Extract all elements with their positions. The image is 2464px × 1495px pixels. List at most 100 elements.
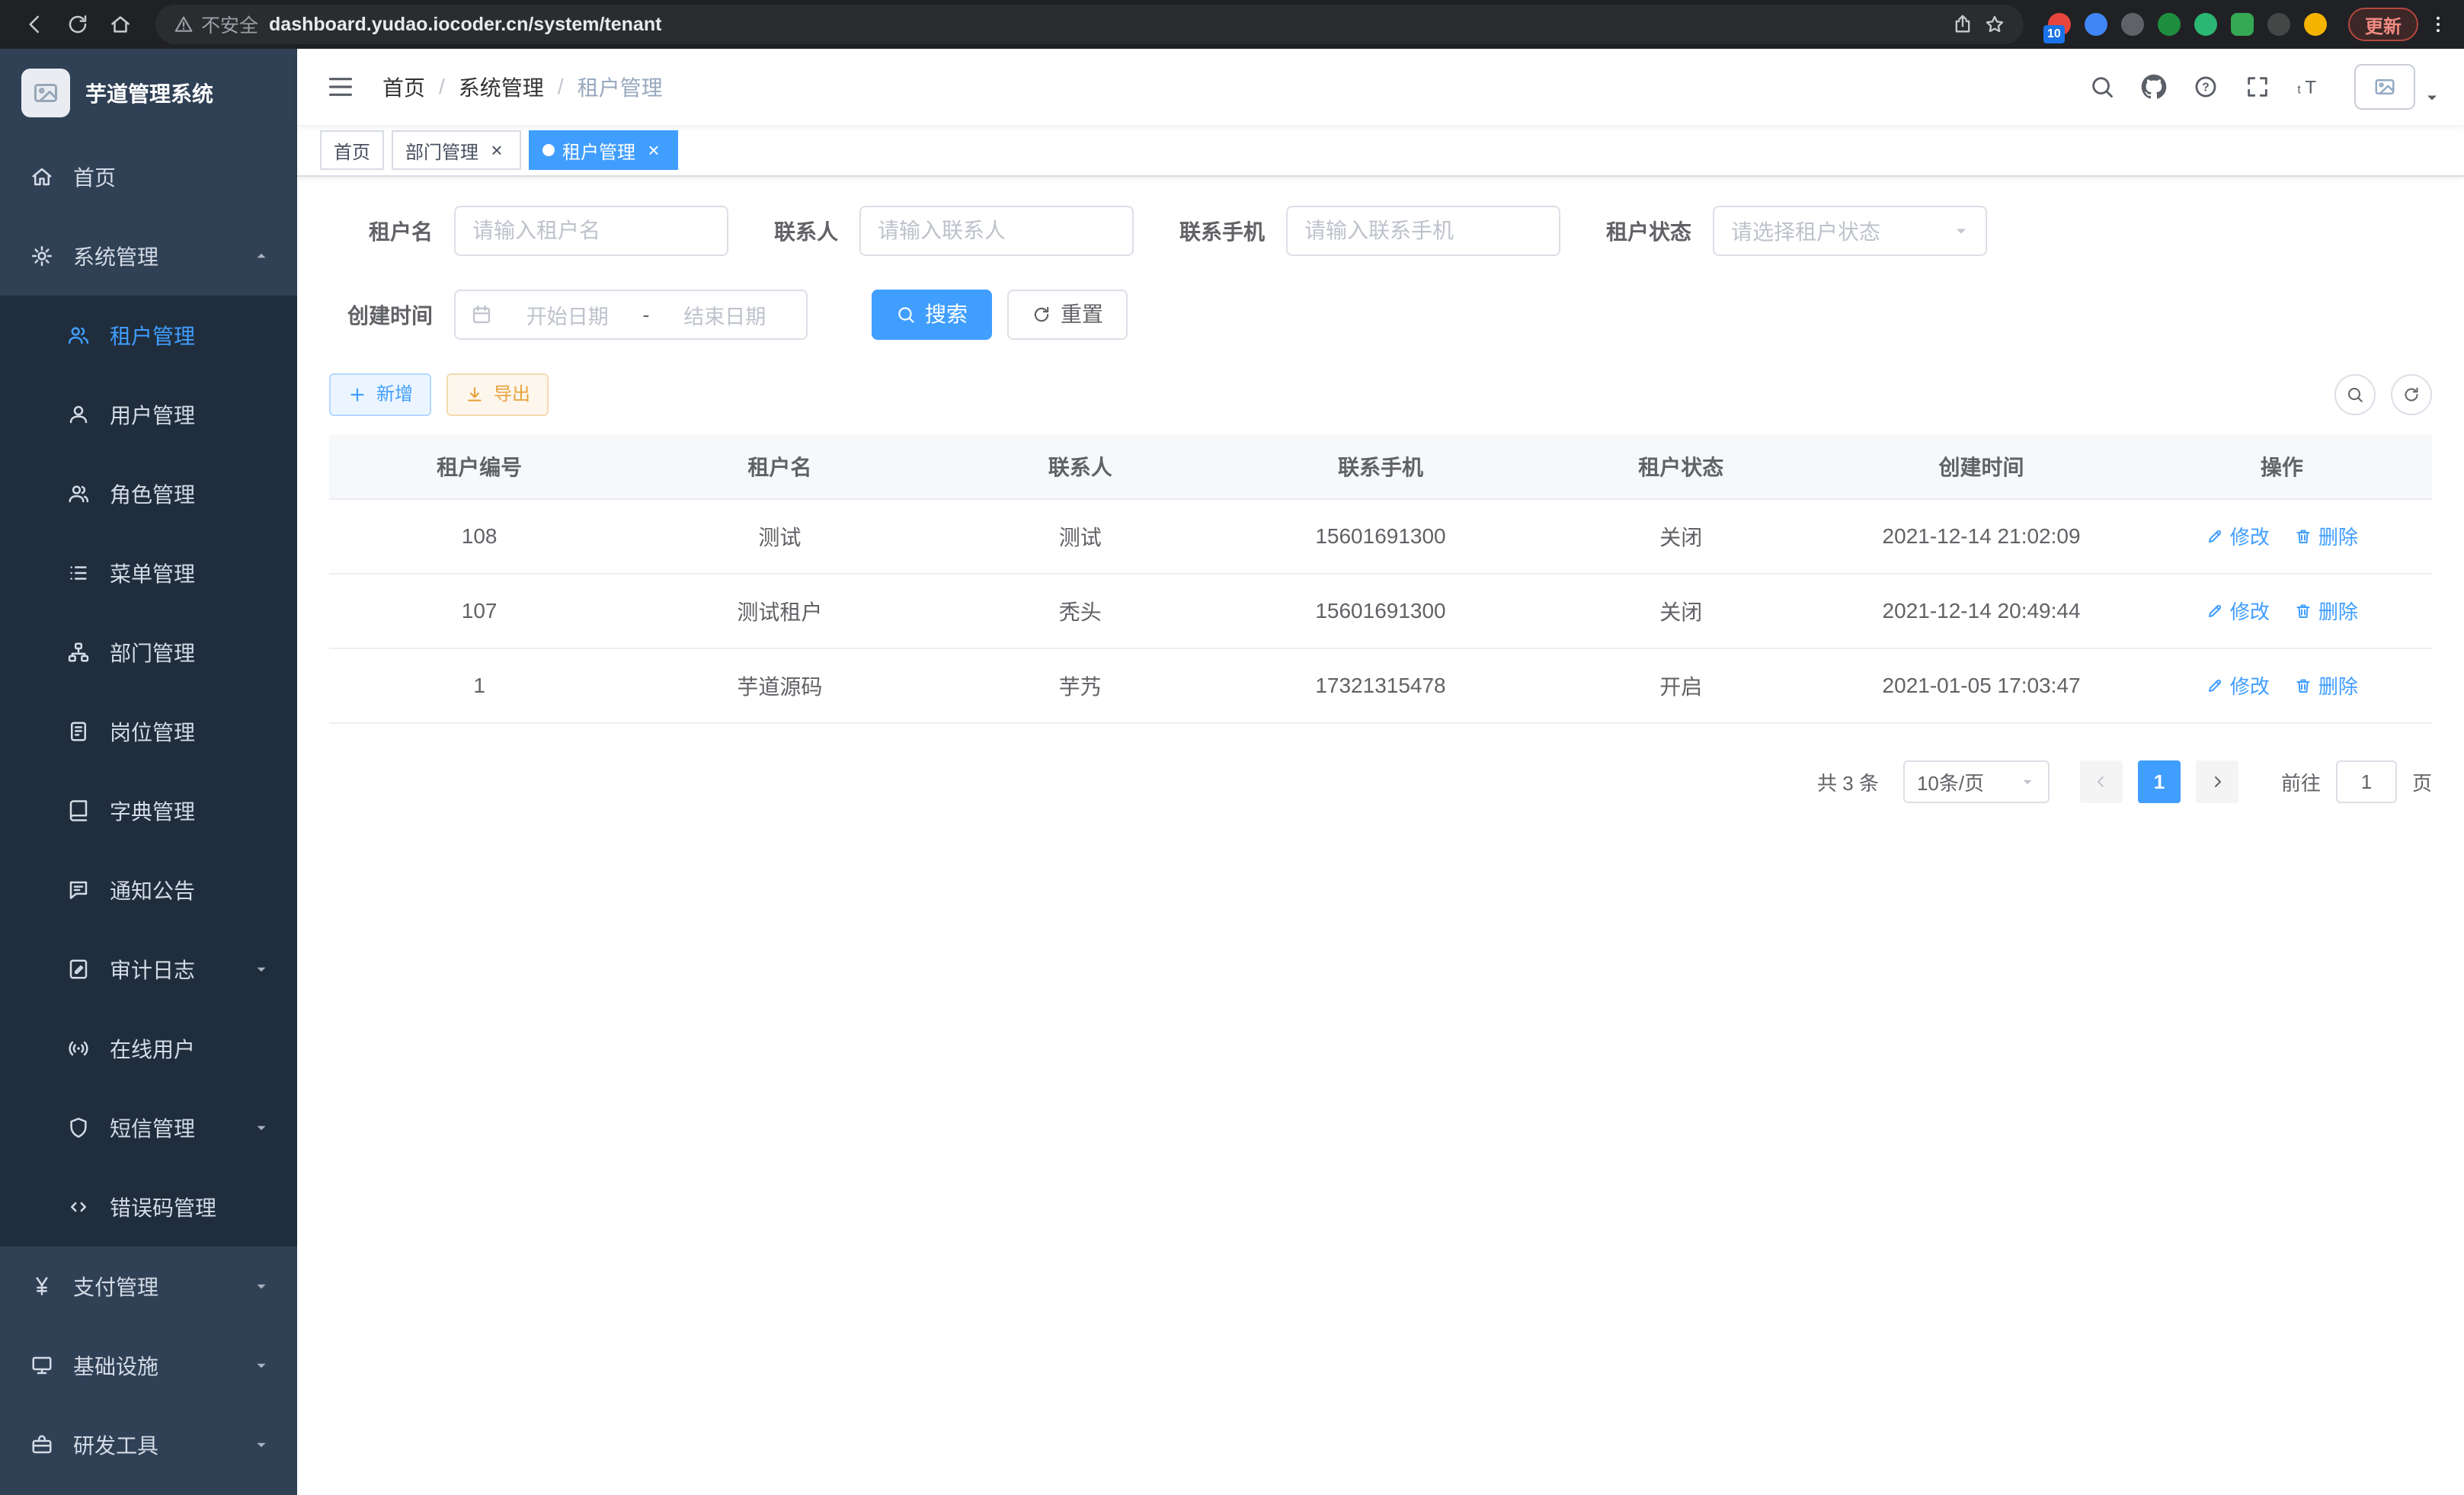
cell-status: 关闭 — [1531, 499, 1831, 574]
tab-tenant[interactable]: 租户管理× — [529, 130, 678, 170]
goto-page-input[interactable] — [2336, 760, 2397, 803]
cell-created: 2021-01-05 17:03:47 — [1831, 648, 2131, 723]
browser-menu-icon[interactable] — [2427, 14, 2449, 35]
column-header: 联系人 — [930, 434, 1230, 499]
export-button[interactable]: 导出 — [446, 373, 549, 416]
tenant-name-input[interactable] — [454, 206, 728, 256]
download-icon — [465, 385, 485, 405]
column-header: 租户编号 — [329, 434, 629, 499]
page-1-button[interactable]: 1 — [2138, 760, 2181, 803]
add-button[interactable]: 新增 — [329, 373, 431, 416]
sidebar-item-dict[interactable]: 字典管理 — [0, 771, 297, 850]
share-icon[interactable] — [1952, 14, 1973, 35]
sidebar-item-error-code[interactable]: 错误码管理 — [0, 1167, 297, 1247]
filter-status: 租户状态 请选择租户状态 — [1606, 206, 1987, 256]
fullscreen-icon[interactable] — [2245, 74, 2270, 100]
breadcrumb-item[interactable]: 系统管理 — [459, 72, 544, 102]
sidebar-item-post[interactable]: 岗位管理 — [0, 692, 297, 771]
cell-status: 开启 — [1531, 648, 1831, 723]
cell-actions: 修改删除 — [2132, 499, 2432, 574]
next-page-button[interactable] — [2196, 760, 2238, 803]
svg-text:T: T — [2305, 78, 2316, 98]
extension-blue-icon[interactable] — [2085, 13, 2107, 36]
prev-page-button[interactable] — [2080, 760, 2123, 803]
sidebar-item-label: 短信管理 — [110, 1112, 195, 1143]
sidebar-item-sms[interactable]: 短信管理 — [0, 1088, 297, 1167]
search-button[interactable]: 搜索 — [872, 290, 992, 340]
hamburger-icon[interactable] — [320, 72, 361, 101]
extension-green-circle-icon[interactable] — [2194, 13, 2217, 36]
browser-update-button[interactable]: 更新 — [2348, 8, 2418, 41]
sidebar-item-payment[interactable]: 支付管理 — [0, 1247, 297, 1326]
contact-input[interactable] — [859, 206, 1134, 256]
reload-icon[interactable] — [58, 5, 98, 44]
sidebar-item-system[interactable]: 系统管理 — [0, 216, 297, 296]
sidebar-item-user[interactable]: 用户管理 — [0, 375, 297, 454]
message-icon — [67, 879, 90, 901]
sidebar-item-tenant[interactable]: 租户管理 — [0, 296, 297, 375]
calendar-icon — [471, 304, 492, 325]
table-row: 108测试测试15601691300关闭2021-12-14 21:02:09修… — [329, 499, 2432, 574]
sidebar-item-infrastructure[interactable]: 基础设施 — [0, 1326, 297, 1405]
contact-label: 联系人 — [774, 216, 838, 246]
monitor-icon — [30, 1354, 53, 1377]
edit-link[interactable]: 修改 — [2206, 597, 2270, 625]
back-icon[interactable] — [15, 5, 55, 44]
close-icon[interactable]: × — [486, 139, 507, 161]
address-bar[interactable]: 不安全 dashboard.yudao.iocoder.cn/system/te… — [155, 5, 2024, 44]
chevron-down-icon — [253, 1357, 270, 1374]
toggle-search-button[interactable] — [2334, 374, 2376, 415]
logo-link[interactable]: 芋道管理系统 — [0, 49, 297, 137]
sidebar-item-audit-log[interactable]: 审计日志 — [0, 930, 297, 1009]
github-icon[interactable] — [2141, 74, 2167, 100]
sidebar-item-role[interactable]: 角色管理 — [0, 454, 297, 533]
cell-phone: 15601691300 — [1230, 574, 1531, 648]
status-select[interactable]: 请选择租户状态 — [1713, 206, 1987, 256]
filter-tenant-name: 租户名 — [329, 206, 728, 256]
status-placeholder: 请选择租户状态 — [1731, 216, 1880, 246]
trash-icon — [2294, 527, 2312, 546]
extension-dark-sphere-icon[interactable] — [2121, 13, 2144, 36]
extension-dark-plug-icon[interactable] — [2267, 13, 2290, 36]
sidebar-item-home[interactable]: 首页 — [0, 137, 297, 216]
sidebar-item-devtools[interactable]: 研发工具 — [0, 1405, 297, 1484]
reset-button[interactable]: 重置 — [1007, 290, 1128, 340]
phone-input[interactable] — [1286, 206, 1560, 256]
security-chip[interactable]: 不安全 — [174, 11, 258, 38]
column-header: 联系手机 — [1230, 434, 1531, 499]
sidebar-item-online-user[interactable]: 在线用户 — [0, 1009, 297, 1088]
tab-label: 首页 — [334, 137, 370, 164]
date-range-picker[interactable]: 开始日期 - 结束日期 — [454, 290, 808, 340]
refresh-icon — [2402, 386, 2421, 404]
help-icon[interactable]: ? — [2193, 74, 2219, 100]
font-size-icon[interactable]: tT — [2296, 74, 2322, 100]
breadcrumb-item[interactable]: 首页 — [382, 72, 425, 102]
tab-dept[interactable]: 部门管理× — [392, 130, 521, 170]
sidebar-item-menu[interactable]: 菜单管理 — [0, 533, 297, 613]
extension-green-square-icon[interactable] — [2231, 13, 2254, 36]
delete-link[interactable]: 删除 — [2294, 597, 2358, 625]
user-avatar-dropdown[interactable] — [2354, 64, 2441, 110]
edit-link[interactable]: 修改 — [2206, 522, 2270, 550]
bookmark-star-icon[interactable] — [1984, 14, 2005, 35]
search-icon[interactable] — [2089, 74, 2115, 100]
close-icon[interactable]: × — [643, 139, 664, 161]
sidebar-item-notice[interactable]: 通知公告 — [0, 850, 297, 930]
extension-red-icon[interactable]: 10 — [2048, 13, 2071, 36]
sidebar-item-label: 岗位管理 — [110, 716, 195, 747]
refresh-table-button[interactable] — [2391, 374, 2432, 415]
sidebar-item-dept[interactable]: 部门管理 — [0, 613, 297, 692]
create-time-label: 创建时间 — [329, 299, 433, 330]
extension-dark-green-icon[interactable] — [2158, 13, 2181, 36]
profile-avatar[interactable] — [2304, 13, 2327, 36]
page-size-select[interactable]: 10条/页 — [1903, 760, 2050, 803]
edit-label: 修改 — [2230, 522, 2270, 550]
delete-link[interactable]: 删除 — [2294, 671, 2358, 699]
avatar — [2354, 64, 2415, 110]
cell-id: 107 — [329, 574, 629, 648]
edit-link[interactable]: 修改 — [2206, 671, 2270, 699]
delete-link[interactable]: 删除 — [2294, 522, 2358, 550]
browser-home-icon[interactable] — [101, 5, 140, 44]
chevron-down-icon — [253, 1119, 270, 1136]
tab-home[interactable]: 首页 — [320, 130, 384, 170]
